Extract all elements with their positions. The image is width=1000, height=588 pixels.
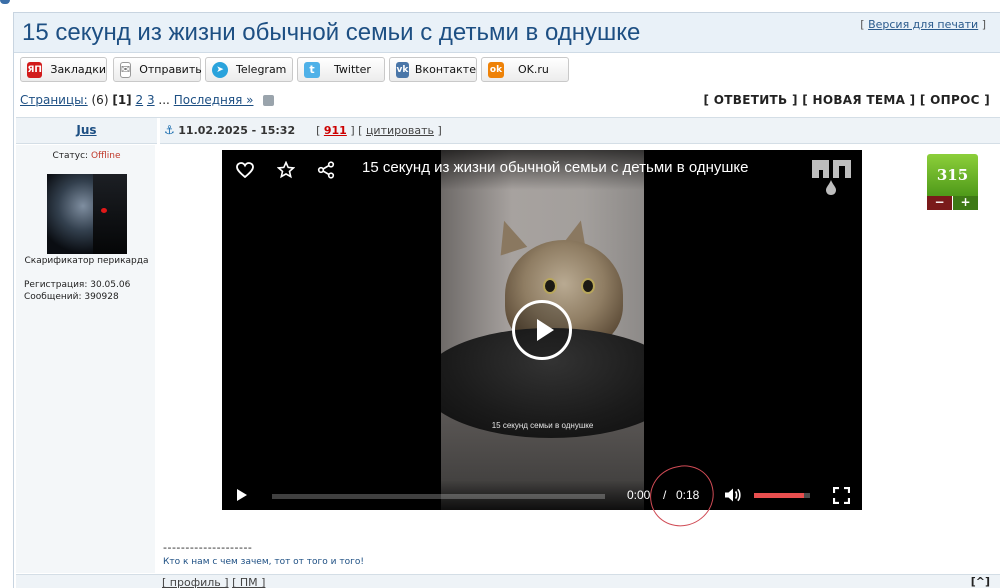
rating-score: 315 xyxy=(927,154,978,196)
anchor-icon[interactable]: ⚓ xyxy=(164,123,175,137)
scroll-top-link[interactable]: [^] xyxy=(971,575,990,588)
current-page: [1] xyxy=(112,93,132,107)
avatar-red-eye xyxy=(101,208,107,213)
post-footer: [ профиль ] [ ПМ ] [^] xyxy=(16,574,1000,588)
page-link-2[interactable]: 2 xyxy=(135,93,143,107)
user-status: Статус: Offline xyxy=(52,151,121,161)
volume-level xyxy=(754,493,805,498)
user-registration: Регистрация: 30.05.06 xyxy=(24,280,131,290)
signature-separator: -------------------- xyxy=(163,541,253,554)
current-time: 0:00 xyxy=(627,488,651,502)
fullscreen-icon[interactable] xyxy=(832,486,851,505)
user-messages: Сообщений: 390928 xyxy=(24,292,119,302)
post-number-link[interactable]: 911 xyxy=(324,124,347,137)
star-icon[interactable] xyxy=(276,160,296,180)
post-rating: 315 − + xyxy=(927,154,978,210)
user-sidebar: Статус: Offline Скарификатор перикарда Р… xyxy=(16,145,157,573)
volume-icon[interactable] xyxy=(724,487,742,503)
footer-links: [ профиль ] [ ПМ ] xyxy=(162,576,265,588)
volume-slider[interactable] xyxy=(754,493,810,498)
video-player[interactable]: 15 секунд семьи в однушке 15 секунд из ж… xyxy=(222,150,862,510)
profile-link[interactable]: [ профиль ] xyxy=(162,576,229,588)
user-rank: Скарификатор перикарда xyxy=(24,256,149,266)
yap-watermark-logo xyxy=(809,156,854,196)
envelope-icon: ✉ xyxy=(120,61,132,78)
rating-minus-button[interactable]: − xyxy=(927,196,952,210)
last-page-link[interactable]: Последняя » xyxy=(174,93,254,107)
header-separator xyxy=(157,118,160,144)
topic-actions[interactable]: [ ОТВЕТИТЬ ] [ НОВАЯ ТЕМА ] [ ОПРОС ] xyxy=(704,93,990,107)
share-send-button[interactable]: ✉ Отправить xyxy=(113,57,202,82)
topic-titlebar: 15 секунд из жизни обычной семьи с детьм… xyxy=(14,13,1000,53)
video-progress-bar[interactable] xyxy=(272,494,605,499)
video-title: 15 секунд из жизни обычной семьи с детьм… xyxy=(362,159,749,176)
share-twitter-button[interactable]: t Twitter xyxy=(297,57,385,82)
signature-text: Кто к нам с чем зачем, тот от того и тог… xyxy=(163,557,364,567)
corner-decoration xyxy=(0,0,10,4)
post-header: Jus ⚓ 11.02.2025 - 15:32 [ 911 ] [ цитир… xyxy=(16,117,1000,144)
post-date: 11.02.2025 - 15:32 xyxy=(178,124,296,137)
pages-count: (6) xyxy=(91,93,109,107)
telegram-icon: ➤ xyxy=(212,61,228,78)
twitter-icon: t xyxy=(304,61,320,78)
rating-plus-button[interactable]: + xyxy=(953,196,978,210)
share-bookmarks-button[interactable]: ЯП Закладки xyxy=(20,57,107,82)
quote-link[interactable]: цитировать xyxy=(366,124,434,137)
play-icon-small[interactable] xyxy=(237,489,247,501)
user-stats: Регистрация: 30.05.06 Сообщений: 390928 xyxy=(24,279,130,303)
pages-ellipsis: ... xyxy=(158,93,170,107)
odnoklassniki-icon: ok xyxy=(488,61,504,78)
post-author-link[interactable]: Jus xyxy=(16,123,157,137)
vk-icon: vk xyxy=(396,61,409,78)
topic-title: 15 секунд из жизни обычной семьи с детьм… xyxy=(22,19,641,46)
print-version-link[interactable]: Версия для печати xyxy=(868,18,978,31)
video-top-bar: 15 секунд из жизни обычной семьи с детьм… xyxy=(222,150,862,195)
pages-label[interactable]: Страницы: xyxy=(20,93,88,107)
share-icon[interactable] xyxy=(316,160,336,180)
play-icon xyxy=(537,319,554,341)
page-link-3[interactable]: 3 xyxy=(147,93,155,107)
video-caption: 15 секунд семьи в однушке xyxy=(491,421,594,430)
video-controls: 0:00 / 0:18 xyxy=(222,480,862,510)
yap-logo-icon: ЯП xyxy=(27,61,43,78)
share-ok-button[interactable]: ok OK.ru xyxy=(481,57,569,82)
status-offline: Offline xyxy=(90,151,121,161)
avatar-dark-half xyxy=(93,174,127,254)
share-vk-button[interactable]: vk Вконтакте xyxy=(389,57,477,82)
print-version: [ Версия для печати ] xyxy=(860,18,986,31)
share-telegram-button[interactable]: ➤ Telegram xyxy=(205,57,293,82)
avatar[interactable] xyxy=(47,174,127,254)
pm-link[interactable]: [ ПМ ] xyxy=(232,576,265,588)
pages-dropdown-icon[interactable] xyxy=(263,95,275,106)
heart-icon[interactable] xyxy=(235,160,255,180)
play-button-large[interactable] xyxy=(512,300,572,360)
post-meta: ⚓ 11.02.2025 - 15:32 [ 911 ] [ цитироват… xyxy=(164,123,442,137)
pagination-row: Страницы: (6) [1] 2 3 ... Последняя » [ … xyxy=(20,93,990,109)
